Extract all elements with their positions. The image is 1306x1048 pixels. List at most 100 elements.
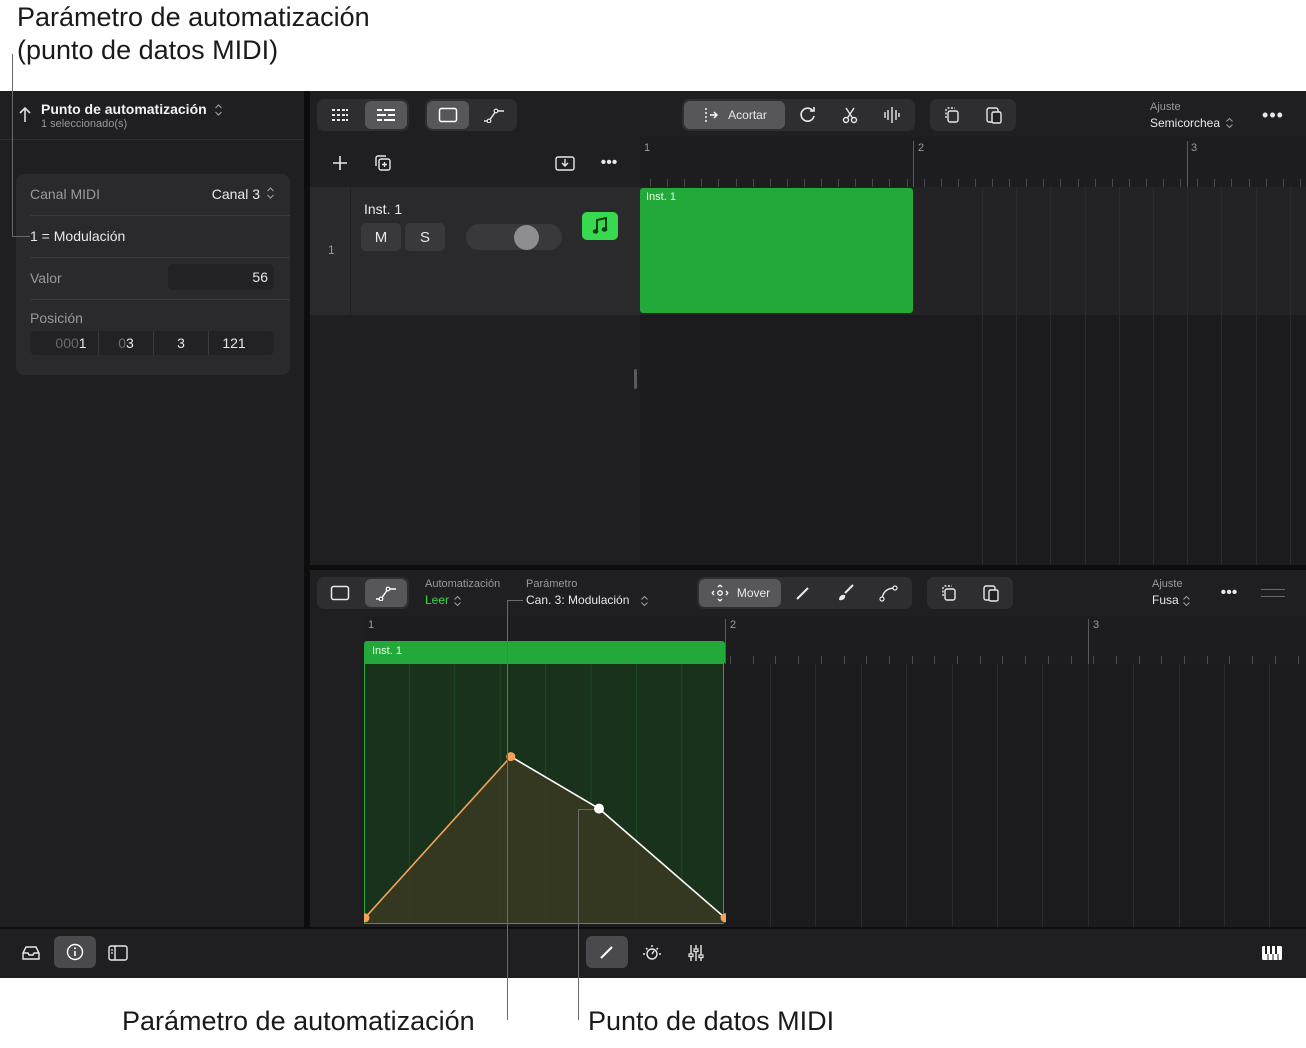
automation-view-icon[interactable] [365, 579, 407, 607]
mixer-icon[interactable] [682, 939, 710, 967]
brush-icon[interactable] [826, 579, 866, 607]
automation-area [365, 756, 725, 923]
snap-value[interactable]: Semicorchea [1150, 116, 1220, 130]
parameter-value[interactable]: Can. 3: Modulación [526, 593, 629, 607]
inspector-card: Canal MIDI Canal 3 1 = Modulación Valor … [16, 174, 290, 375]
ruler-tick [872, 179, 874, 187]
ruler-tick [798, 656, 800, 664]
automation-mode-label: Automatización [425, 578, 501, 590]
curve-icon[interactable] [869, 579, 909, 607]
grid-line [1255, 187, 1257, 565]
paste-icon[interactable] [974, 101, 1014, 129]
track-header-empty [310, 315, 640, 565]
ruler-tick [1206, 656, 1208, 664]
pencil-icon[interactable] [783, 579, 823, 607]
editor-region-header[interactable]: Inst. 1 [364, 641, 725, 663]
position-beat[interactable]: 03 [99, 331, 154, 355]
ruler-tick [1248, 179, 1250, 187]
grid-line [1269, 664, 1271, 927]
grid-line [770, 664, 771, 927]
ruler-tick [1070, 656, 1072, 664]
editor-left-gutter [310, 616, 364, 927]
inspector-panel: Punto de automatización 1 seleccionado(s… [0, 91, 304, 927]
ruler-tick [1145, 179, 1147, 187]
ruler-tick [718, 179, 720, 187]
track-name[interactable]: Inst. 1 [364, 201, 402, 217]
copy-icon[interactable] [932, 101, 972, 129]
volume-slider[interactable] [466, 224, 562, 250]
midi-channel-value[interactable]: Canal 3 [212, 186, 260, 202]
ruler-tick [730, 656, 731, 664]
automation-point[interactable] [594, 803, 604, 814]
paste-icon[interactable] [971, 579, 1011, 607]
ruler-tick [1138, 656, 1140, 664]
track-number: 1 [328, 243, 335, 257]
duplicate-track-icon[interactable] [371, 151, 395, 175]
trim-icon [705, 108, 719, 122]
editor-ruler-bar-1: 1 [368, 619, 375, 631]
ruler-tick [786, 179, 788, 187]
divider [30, 257, 290, 258]
software-instrument-icon[interactable] [582, 212, 618, 240]
editor-snap-value[interactable]: Fusa [1152, 593, 1179, 607]
editor-more-icon[interactable]: ••• [1214, 581, 1244, 605]
mute-button[interactable]: M [361, 223, 401, 251]
ruler-tick [838, 179, 840, 187]
editor-snap-label: Ajuste [1152, 578, 1183, 590]
region-view-icon[interactable] [319, 579, 361, 607]
keyboard-icon[interactable] [1258, 939, 1286, 967]
track-more-icon[interactable]: ••• [594, 151, 624, 175]
scissors-icon[interactable] [830, 101, 870, 129]
ruler-tick [1002, 656, 1004, 664]
snap-label: Ajuste [1150, 101, 1181, 113]
volume-slider-knob[interactable] [514, 225, 539, 250]
chevron-updown-icon [214, 103, 223, 122]
divider [350, 187, 351, 315]
loop-icon[interactable] [788, 101, 828, 129]
grid-view-icon[interactable] [319, 101, 361, 129]
copy-icon[interactable] [929, 579, 969, 607]
track-header[interactable] [310, 187, 640, 315]
resize-handle[interactable] [634, 369, 637, 389]
solo-button[interactable]: S [405, 223, 445, 251]
chevron-updown-icon [266, 186, 275, 205]
grid-line [1133, 664, 1135, 927]
position-bar[interactable]: 000 1 [44, 331, 99, 355]
download-loops-icon[interactable] [553, 151, 577, 175]
region-view-icon[interactable] [427, 101, 469, 129]
automation-curve[interactable] [364, 663, 726, 927]
position-tick[interactable]: 121 [209, 331, 259, 355]
automation-mode-value[interactable]: Leer [425, 593, 449, 607]
position-beat-value: 3 [126, 335, 134, 351]
back-arrow-icon[interactable] [19, 105, 35, 123]
ruler-tick [1115, 656, 1117, 664]
midi-region[interactable]: Inst. 1 [640, 188, 913, 313]
ruler-tick [752, 656, 754, 664]
browser-icon[interactable] [104, 939, 132, 967]
position-division[interactable]: 3 [154, 331, 209, 355]
inspector-info-icon[interactable] [54, 936, 96, 968]
grid-line [1118, 187, 1120, 565]
ruler-tick [1214, 179, 1216, 187]
top-ruler[interactable] [640, 137, 1306, 187]
value-field[interactable]: 56 [168, 264, 274, 290]
parameter-selector[interactable]: 1 = Modulación [30, 228, 125, 244]
region-name: Inst. 1 [646, 191, 676, 203]
add-track-icon[interactable] [328, 151, 352, 175]
automation-view-icon[interactable] [473, 101, 515, 129]
join-icon[interactable] [872, 101, 912, 129]
leader-line [578, 809, 579, 1020]
ruler-tick [803, 179, 805, 187]
ruler-bar-line [1187, 141, 1188, 187]
smart-controls-icon[interactable] [638, 939, 666, 967]
tracks-view-icon[interactable] [365, 101, 407, 129]
inspector-title[interactable]: Punto de automatización [41, 101, 207, 117]
drag-handle-icon[interactable] [1261, 589, 1285, 597]
editor-pencil-icon[interactable] [586, 936, 628, 968]
more-options-icon[interactable]: ••• [1258, 103, 1288, 127]
ruler-tick [752, 179, 754, 187]
trim-tool-button[interactable]: Acortar [684, 101, 785, 129]
library-icon[interactable] [18, 939, 44, 967]
move-tool-button[interactable]: Mover [699, 579, 781, 607]
ruler-tick [775, 656, 777, 664]
